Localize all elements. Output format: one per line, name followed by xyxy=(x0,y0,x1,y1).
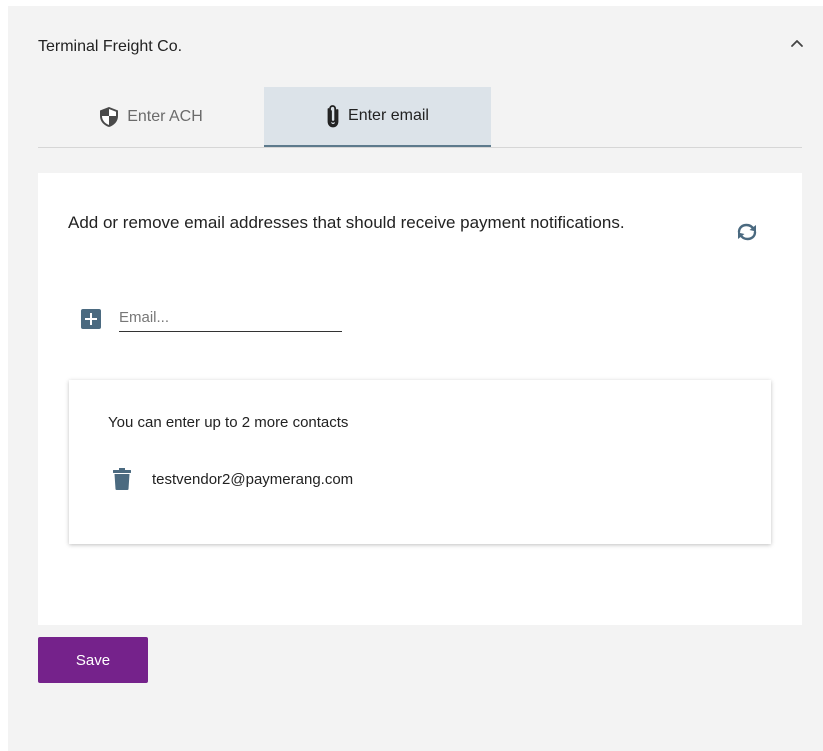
tab-enter-email[interactable]: Enter email xyxy=(264,87,491,147)
add-email-button[interactable] xyxy=(81,309,101,329)
contacts-box: You can enter up to 2 more contacts test… xyxy=(69,380,771,544)
tab-bar: Enter ACH Enter email xyxy=(38,87,802,148)
save-button[interactable]: Save xyxy=(38,637,148,683)
vendor-name: Terminal Freight Co. xyxy=(38,38,183,55)
collapse-button[interactable] xyxy=(787,34,807,54)
contact-item: testvendor2@paymerang.com xyxy=(113,468,353,490)
refresh-button[interactable] xyxy=(734,221,760,243)
chevron-up-icon xyxy=(791,40,803,47)
email-input[interactable] xyxy=(119,303,342,332)
tab-enter-ach[interactable]: Enter ACH xyxy=(38,87,264,146)
vendor-panel: Terminal Freight Co. Enter ACH Enter ema… xyxy=(8,6,823,751)
contacts-remaining-note: You can enter up to 2 more contacts xyxy=(108,414,349,431)
tab-enter-email-label: Enter email xyxy=(348,107,429,124)
shield-icon xyxy=(99,106,119,128)
tab-enter-ach-label: Enter ACH xyxy=(127,107,203,125)
refresh-icon xyxy=(737,223,757,241)
paperclip-icon xyxy=(326,104,340,128)
trash-icon[interactable] xyxy=(113,468,131,490)
email-card: Add or remove email addresses that shoul… xyxy=(38,173,802,625)
contact-email: testvendor2@paymerang.com xyxy=(152,470,354,488)
description-text: Add or remove email addresses that shoul… xyxy=(68,213,625,232)
